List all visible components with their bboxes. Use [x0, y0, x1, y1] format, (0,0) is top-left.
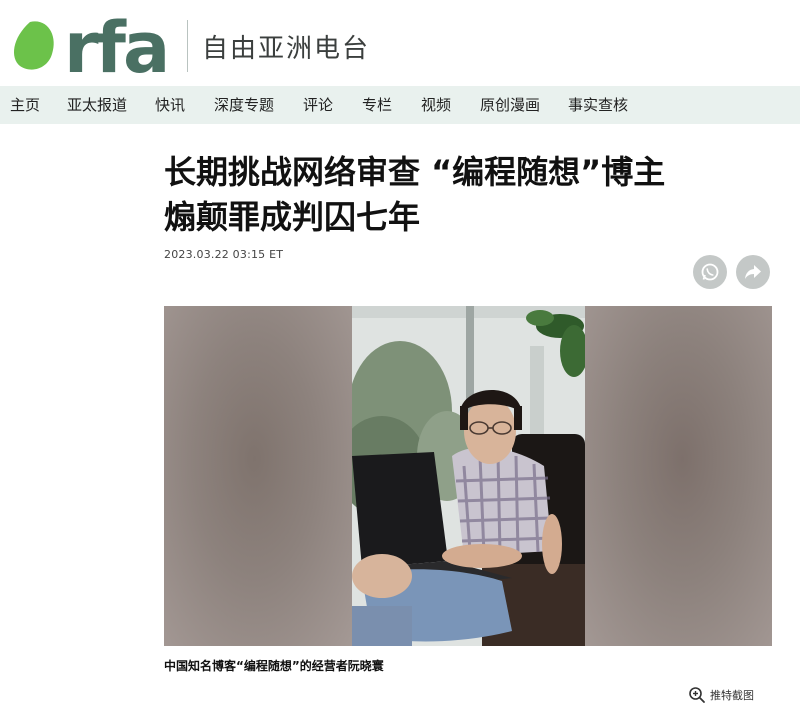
photo-blogger-at-laptop — [352, 306, 585, 646]
rfa-logo[interactable]: rfa — [8, 8, 178, 80]
station-name: 自由亚洲电台 — [202, 34, 371, 64]
logo-leaf-icon — [14, 21, 54, 70]
article-title-line2: 煽颠罪成判囚七年 — [164, 198, 421, 236]
nav-item-in-depth[interactable]: 深度专题 — [214, 86, 274, 124]
zoom-label: 推特截图 — [710, 689, 754, 702]
nav-item-home[interactable]: 主页 — [10, 86, 40, 124]
logo-text: rfa — [64, 8, 167, 80]
photo-caption: 中国知名博客“编程随想”的经营者阮晓寰 — [164, 659, 384, 673]
photo-blur-left — [164, 306, 352, 646]
share-button[interactable] — [736, 255, 770, 289]
nav-item-breaking[interactable]: 快讯 — [155, 86, 185, 124]
photo-blur-right — [585, 306, 772, 646]
whatsapp-share-button[interactable] — [693, 255, 727, 289]
main-nav: 主页 亚太报道 快讯 深度专题 评论 专栏 视频 原创漫画 事实查核 — [0, 86, 800, 124]
nav-item-fact-check[interactable]: 事实查核 — [568, 86, 628, 124]
logo-divider — [187, 20, 188, 72]
site-header: rfa 自由亚洲电台 — [0, 0, 800, 86]
nav-item-columns[interactable]: 专栏 — [362, 86, 392, 124]
article-title: 长期挑战网络审查 “编程随想”博主 煽颠罪成判囚七年 — [164, 150, 764, 240]
nav-item-cartoons[interactable]: 原创漫画 — [480, 86, 540, 124]
nav-item-video[interactable]: 视频 — [421, 86, 451, 124]
zoom-in-icon — [689, 687, 705, 703]
article-title-line1: 长期挑战网络审查 “编程随想”博主 — [164, 153, 666, 191]
nav-item-commentary[interactable]: 评论 — [303, 86, 333, 124]
article-timestamp: 2023.03.22 03:15 ET — [164, 248, 284, 261]
nav-item-asia-pacific[interactable]: 亚太报道 — [67, 86, 127, 124]
share-arrow-icon — [745, 265, 761, 279]
whatsapp-icon — [701, 263, 719, 281]
article-photo[interactable] — [164, 306, 772, 646]
